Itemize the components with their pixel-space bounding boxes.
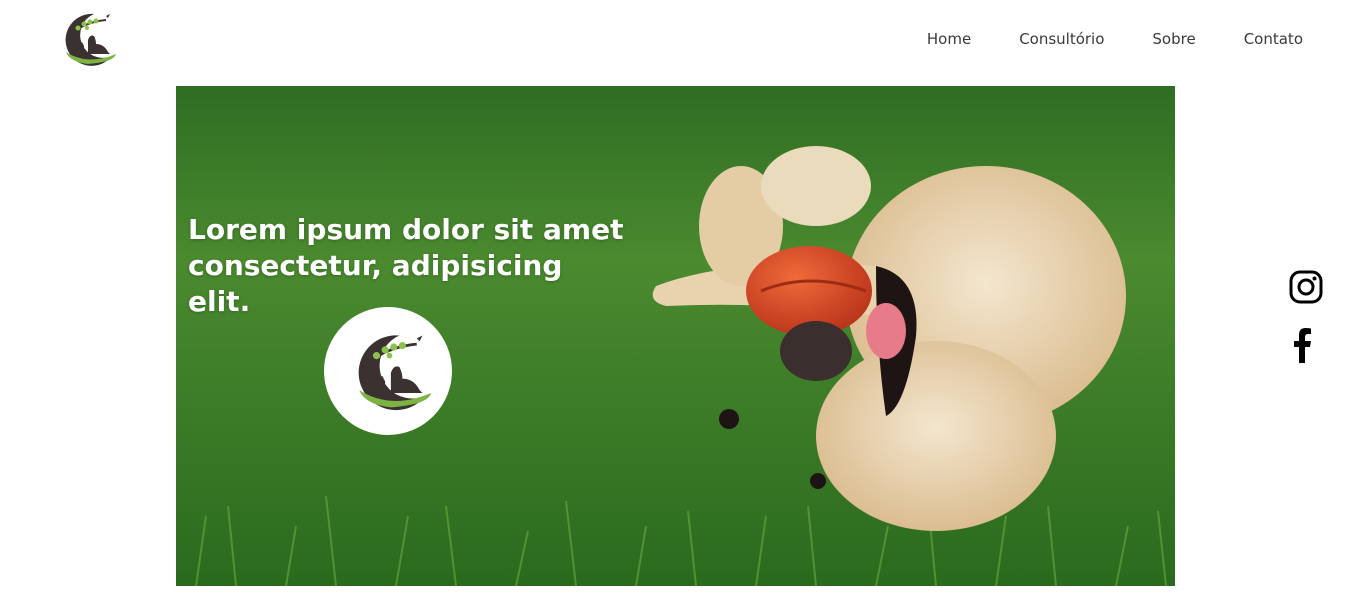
instagram-icon[interactable]: [1289, 270, 1323, 304]
page: Home Consultório Sobre Contato Lorem ips…: [0, 0, 1350, 597]
hero-banner: Lorem ipsum dolor sit amet consectetur, …: [176, 86, 1175, 586]
logo-icon[interactable]: [54, 10, 118, 66]
pet-clinic-logo-icon: [358, 335, 432, 411]
hero-image: [176, 86, 1175, 586]
nav-sobre[interactable]: Sobre: [1152, 28, 1195, 50]
hero-title: Lorem ipsum dolor sit amet consectetur, …: [188, 213, 624, 318]
facebook-icon[interactable]: [1289, 327, 1315, 363]
nav-home[interactable]: Home: [927, 28, 971, 50]
hero-badge: [324, 307, 452, 435]
nav-contato[interactable]: Contato: [1244, 28, 1303, 50]
main-nav: Home Consultório Sobre Contato: [879, 28, 1303, 50]
nav-consultorio[interactable]: Consultório: [1019, 28, 1104, 50]
